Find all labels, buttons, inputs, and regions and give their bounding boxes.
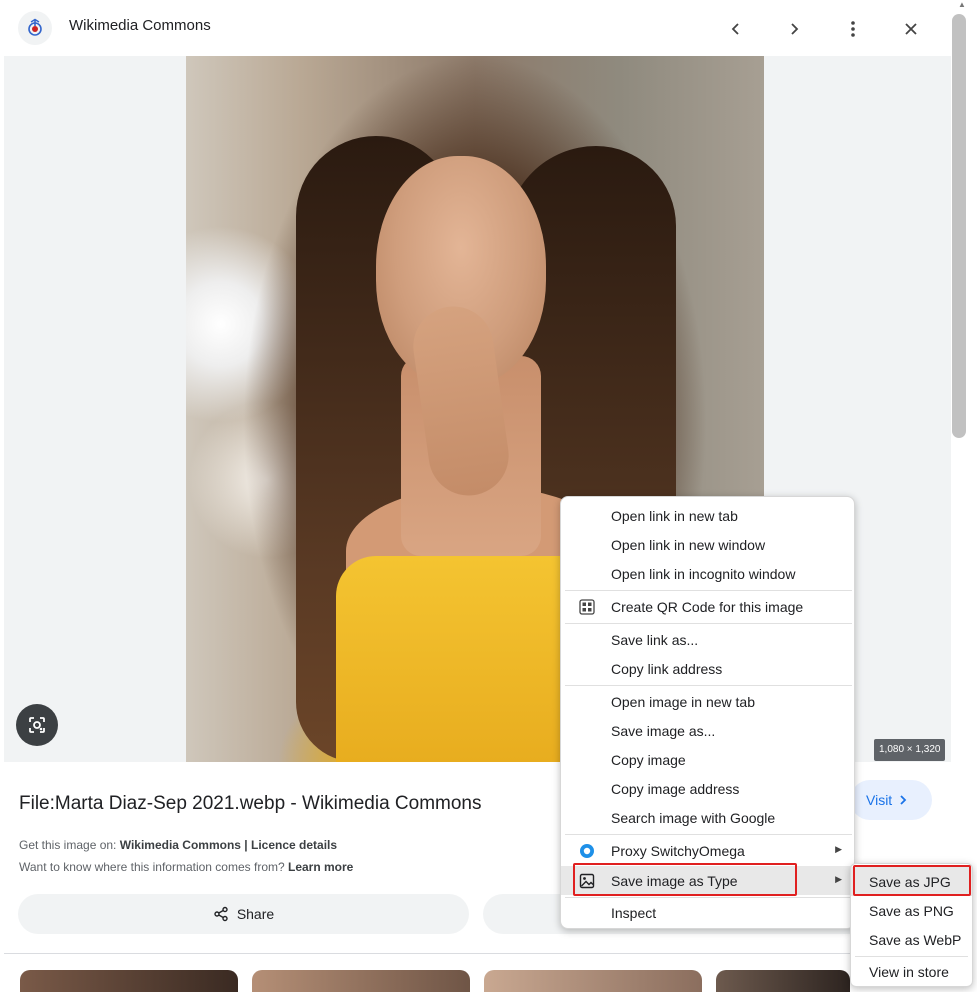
- share-button[interactable]: Share: [18, 894, 469, 934]
- file-title[interactable]: File:Marta Diaz-Sep 2021.webp - Wikimedi…: [19, 793, 482, 815]
- related-thumbnail[interactable]: [252, 970, 470, 992]
- menu-item-label: Copy image address: [611, 780, 740, 797]
- menu-item-label: Open image in new tab: [611, 693, 755, 710]
- submenu-item-label: Save as PNG: [869, 902, 954, 919]
- menu-separator: [565, 834, 852, 835]
- menu-item-search-image-google[interactable]: Search image with Google: [561, 803, 854, 832]
- submenu-item-save-as-webp[interactable]: Save as WebP: [851, 925, 972, 954]
- highlight-save-as-jpg: [853, 865, 971, 896]
- more-vert-icon: [851, 21, 855, 37]
- share-label: Share: [236, 906, 275, 922]
- menu-item-create-qr-code[interactable]: Create QR Code for this image: [561, 592, 854, 621]
- menu-item-save-image-as[interactable]: Save image as...: [561, 716, 854, 745]
- wikimedia-logo-icon: [18, 11, 52, 45]
- submenu-item-view-in-store[interactable]: View in store: [851, 957, 972, 986]
- image-viewer-panel: Wikimedia Commons 1,080 × 1,320 File:Mar…: [0, 0, 977, 992]
- related-thumbnail[interactable]: [484, 970, 702, 992]
- image-dimensions-badge: 1,080 × 1,320: [874, 739, 946, 761]
- menu-item-label: Search image with Google: [611, 809, 776, 826]
- close-button[interactable]: [896, 14, 926, 44]
- next-button[interactable]: [779, 14, 809, 44]
- menu-item-label: Copy image: [611, 751, 686, 768]
- menu-item-label: Open link in new window: [611, 536, 766, 553]
- related-thumbnail[interactable]: [20, 970, 238, 992]
- menu-item-save-link-as[interactable]: Save link as...: [561, 625, 854, 654]
- scrollbar-thumb[interactable]: [952, 14, 966, 438]
- menu-item-label: Proxy SwitchyOmega: [611, 842, 745, 859]
- submenu-item-save-as-png[interactable]: Save as PNG: [851, 896, 972, 925]
- visit-label: Visit: [866, 792, 893, 808]
- menu-separator: [565, 590, 852, 591]
- info-origin-prefix: Want to know where this information come…: [19, 860, 288, 874]
- more-options-button[interactable]: [838, 14, 868, 44]
- visit-button[interactable]: Visit: [850, 780, 932, 820]
- source-prefix: Get this image on:: [19, 838, 120, 852]
- google-lens-button[interactable]: [16, 704, 58, 746]
- chevron-right-icon: [791, 23, 799, 35]
- chevron-right-icon: [900, 795, 907, 805]
- proxy-switchyomega-icon: [578, 842, 595, 859]
- menu-separator: [565, 685, 852, 686]
- menu-item-proxy-switchyomega[interactable]: Proxy SwitchyOmega ▶: [561, 836, 854, 865]
- related-thumbnail[interactable]: [716, 970, 850, 992]
- submenu-arrow-icon: ▶: [835, 874, 842, 884]
- lens-icon: [29, 717, 45, 733]
- menu-separator: [565, 623, 852, 624]
- close-icon: [905, 23, 917, 35]
- scroll-up-arrow-icon[interactable]: ▲: [956, 0, 968, 12]
- menu-item-open-link-new-window[interactable]: Open link in new window: [561, 530, 854, 559]
- site-name[interactable]: Wikimedia Commons: [69, 17, 211, 34]
- highlight-save-image-as-type: [573, 863, 797, 896]
- submenu-item-label: View in store: [869, 963, 949, 980]
- menu-item-open-link-new-tab[interactable]: Open link in new tab: [561, 501, 854, 530]
- menu-item-copy-link-address[interactable]: Copy link address: [561, 654, 854, 683]
- submenu-item-label: Save as WebP: [869, 931, 962, 948]
- learn-more-link[interactable]: Learn more: [288, 860, 353, 874]
- source-line: Get this image on: Wikimedia Commons | L…: [19, 838, 337, 852]
- viewer-header: Wikimedia Commons: [0, 0, 955, 56]
- previous-button[interactable]: [721, 14, 751, 44]
- menu-item-copy-image-address[interactable]: Copy image address: [561, 774, 854, 803]
- chevron-left-icon: [731, 23, 739, 35]
- menu-item-label: Save link as...: [611, 631, 699, 648]
- menu-item-copy-image[interactable]: Copy image: [561, 745, 854, 774]
- menu-item-inspect[interactable]: Inspect: [561, 898, 854, 927]
- info-origin-line: Want to know where this information come…: [19, 860, 353, 874]
- submenu-arrow-icon: ▶: [835, 844, 842, 854]
- menu-item-label: Open link in new tab: [611, 507, 738, 524]
- menu-item-label: Open link in incognito window: [611, 565, 796, 582]
- menu-item-open-image-new-tab[interactable]: Open image in new tab: [561, 687, 854, 716]
- qr-code-icon: [578, 598, 595, 615]
- share-icon: [214, 906, 228, 922]
- menu-item-label: Copy link address: [611, 660, 723, 677]
- menu-item-label: Create QR Code for this image: [611, 598, 804, 615]
- source-link[interactable]: Wikimedia Commons: [120, 838, 241, 852]
- source-separator: |: [240, 838, 251, 852]
- menu-item-label: Inspect: [611, 904, 657, 921]
- licence-details-link[interactable]: Licence details: [251, 838, 337, 852]
- section-divider: [4, 953, 951, 954]
- menu-item-open-link-incognito[interactable]: Open link in incognito window: [561, 559, 854, 588]
- menu-item-label: Save image as...: [611, 722, 716, 739]
